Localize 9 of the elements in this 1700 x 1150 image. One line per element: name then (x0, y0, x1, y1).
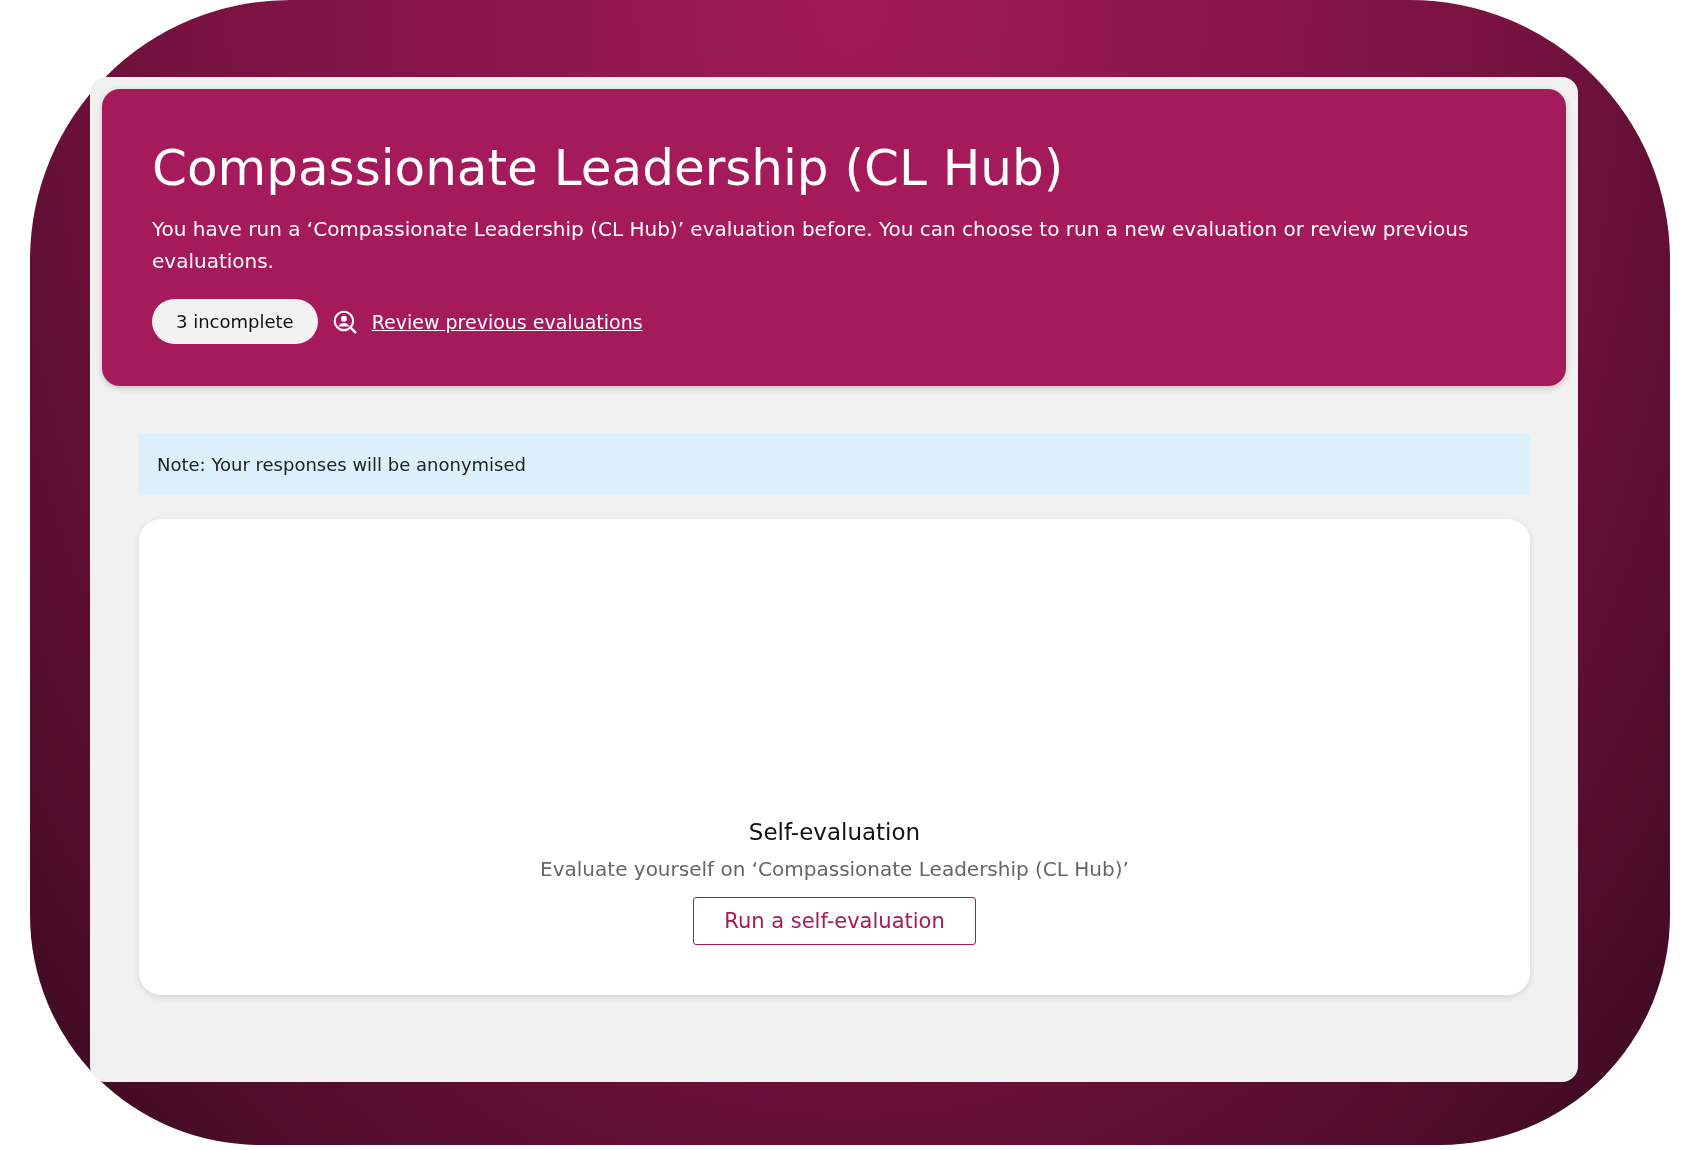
card-title: Self-evaluation (748, 819, 921, 845)
page-title: Compassionate Leadership (CL Hub) (152, 138, 1065, 199)
user-search-icon (331, 308, 358, 335)
card-subtitle: Evaluate yourself on ‘Compassionate Leadership (CL Hub)’ (540, 857, 1129, 881)
note-banner: Note: Your responses will be anonymised (139, 434, 1530, 495)
incomplete-badge: 3 incomplete (152, 299, 318, 344)
description-text: You have run a ‘Compassionate Leadership (CL Hub)’ evaluation before. You can choose to run a new evaluation or review previous evaluations. (152, 216, 1470, 275)
run-evaluation-button[interactable]: Run a self-evaluation (693, 897, 976, 945)
review-link[interactable]: Review previous evaluations (371, 310, 643, 333)
